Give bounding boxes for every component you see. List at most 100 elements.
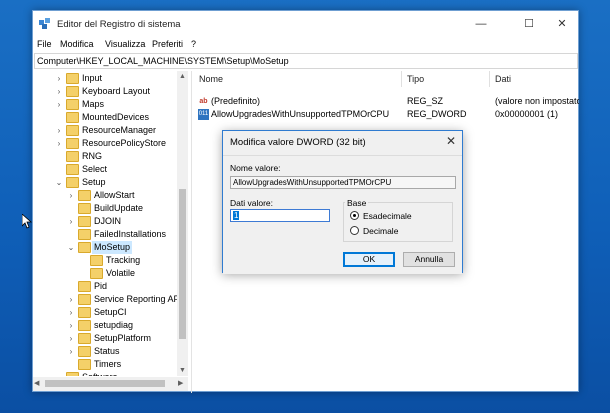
tree-item[interactable]: ⌄ Setup [55,176,188,189]
ok-button[interactable]: OK [343,252,395,267]
value-name-label: Nome valore: [230,163,281,173]
tree-item-label: ResourcePolicyStore [82,138,167,148]
address-bar[interactable]: Computer\HKEY_LOCAL_MACHINE\SYSTEM\Setup… [34,53,578,69]
column-separator[interactable] [401,71,402,87]
value-type: REG_SZ [407,96,444,106]
folder-icon [66,125,79,136]
window-title: Editor del Registro di sistema [57,19,181,30]
tree-horizontal-scrollbar[interactable]: ◀ ▶ [33,377,188,391]
tree-item-label: Maps [82,99,105,109]
list-row[interactable]: ab (Predefinito) REG_SZ (valore non impo… [195,95,579,108]
tree-item-label: SetupPlatform [94,333,152,343]
tree-item[interactable]: › setupdiag [67,319,188,332]
collapsed-chevron-icon[interactable]: › [67,215,75,228]
collapsed-chevron-icon[interactable]: › [55,72,63,85]
scroll-down-arrow-icon[interactable]: ▼ [177,365,188,376]
folder-icon [66,112,79,123]
tree-item-label: Input [82,73,103,83]
menu-help[interactable]: ? [191,39,196,49]
menu-modifica[interactable]: Modifica [60,39,94,49]
radio-decimal-label[interactable]: Decimale [363,226,398,236]
dialog-close-icon[interactable]: ✕ [446,134,456,148]
radio-hexadecimal[interactable] [350,211,359,220]
menu-preferiti[interactable]: Preferiti [152,39,183,49]
tree-item-label: Setup [82,177,106,187]
menu-file[interactable]: File [37,39,52,49]
value-name: (Predefinito) [211,96,261,106]
collapsed-chevron-icon[interactable]: › [55,137,63,150]
folder-icon [78,216,91,227]
minimize-button[interactable]: — [464,11,498,37]
maximize-button[interactable]: ☐ [512,11,546,37]
tree-item[interactable]: › Input [55,72,188,85]
tree-item[interactable]: › DJOIN [67,215,188,228]
expanded-chevron-icon[interactable]: ⌄ [55,176,63,189]
tree-item-label: Tracking [106,255,141,265]
tree-hscroll-thumb[interactable] [45,380,165,387]
scroll-left-arrow-icon[interactable]: ◀ [34,379,39,387]
scroll-right-arrow-icon[interactable]: ▶ [178,379,183,387]
collapsed-chevron-icon[interactable]: › [55,124,63,137]
collapsed-chevron-icon[interactable]: › [67,189,75,202]
collapsed-chevron-icon[interactable]: › [67,306,75,319]
tree-item[interactable]: Tracking [79,254,188,267]
collapsed-chevron-icon[interactable]: › [67,293,75,306]
dialog-title: Modifica valore DWORD (32 bit) [230,137,366,148]
value-data: (valore non impostato) [495,96,579,106]
tree-item[interactable]: › AllowStart [67,189,188,202]
column-header-data[interactable]: Dati [495,71,511,87]
tree-item[interactable]: › ResourcePolicyStore [55,137,188,150]
tree-item[interactable]: › ResourceManager [55,124,188,137]
tree-item[interactable]: FailedInstallations [67,228,188,241]
cancel-button[interactable]: Annulla [403,252,455,267]
folder-icon [66,164,79,175]
expanded-chevron-icon[interactable]: ⌄ [67,241,75,254]
close-button[interactable]: ✕ [545,11,579,37]
string-value-icon: ab [199,98,208,105]
folder-icon [78,203,91,214]
tree-item[interactable]: › SetupPlatform [67,332,188,345]
tree-item-label: Pid [94,281,108,291]
scroll-up-arrow-icon[interactable]: ▲ [177,71,188,82]
folder-icon [78,307,91,318]
registry-app-icon [39,18,50,29]
tree-item[interactable]: › Maps [55,98,188,111]
tree-item[interactable]: › Software [55,371,188,376]
column-header-name[interactable]: Nome [199,71,223,87]
tree-item[interactable]: Pid [67,280,188,293]
tree-item[interactable]: Select [55,163,188,176]
tree-vertical-scrollbar[interactable]: ▲ ▼ [177,71,188,376]
tree-item[interactable]: BuildUpdate [67,202,188,215]
tree-item[interactable]: › Keyboard Layout [55,85,188,98]
tree-item[interactable]: MountedDevices [55,111,188,124]
tree-item-label: Timers [94,359,122,369]
tree-item[interactable]: › Service Reporting API [67,293,188,306]
value-data-input[interactable]: 1 [230,209,330,222]
column-separator[interactable] [489,71,490,87]
tree-scroll-thumb[interactable] [179,189,186,339]
tree-item[interactable]: Volatile [79,267,188,280]
tree-item-label: DJOIN [94,216,121,226]
tree-item[interactable]: RNG [55,150,188,163]
pane-splitter[interactable] [191,71,192,393]
folder-icon [78,346,91,357]
tree-item[interactable]: › SetupCI [67,306,188,319]
tree-item[interactable]: ⌄ MoSetup [67,241,188,254]
key-tree: › Input › Keyboard Layout › Maps MountedDevice… [33,71,188,376]
radio-decimal[interactable] [350,226,359,235]
folder-icon [78,281,91,292]
tree-item-label: Status [94,346,120,356]
title-bar[interactable]: Editor del Registro di sistema — ☐ ✕ [33,11,578,37]
radio-hexadecimal-label[interactable]: Esadecimale [363,211,412,221]
collapsed-chevron-icon[interactable]: › [67,332,75,345]
tree-item[interactable]: Timers [67,358,188,371]
collapsed-chevron-icon[interactable]: › [55,85,63,98]
menu-visualizza[interactable]: Visualizza [105,39,145,49]
tree-item[interactable]: › Status [67,345,188,358]
column-header-type[interactable]: Tipo [407,71,424,87]
collapsed-chevron-icon[interactable]: › [55,371,63,376]
collapsed-chevron-icon[interactable]: › [67,345,75,358]
list-row[interactable]: 011 AllowUpgradesWithUnsupportedTPMOrCPU… [195,108,579,121]
collapsed-chevron-icon[interactable]: › [67,319,75,332]
collapsed-chevron-icon[interactable]: › [55,98,63,111]
